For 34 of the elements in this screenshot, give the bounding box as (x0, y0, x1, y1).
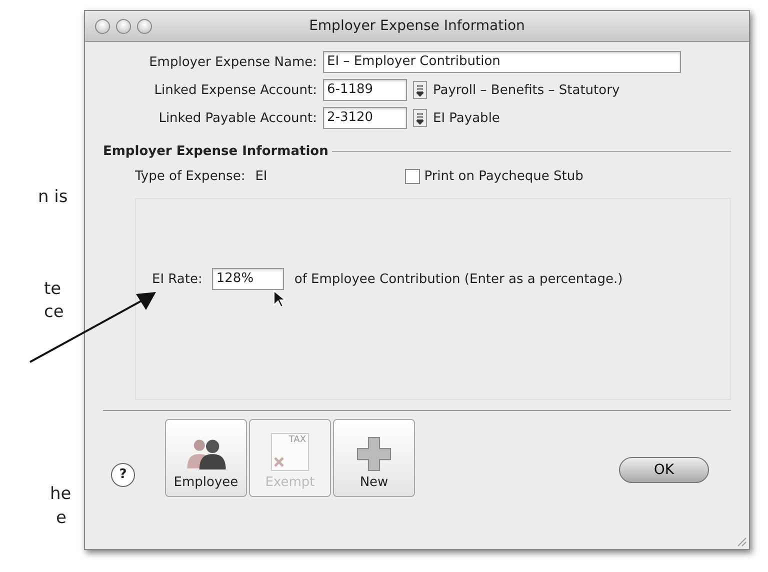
new-button[interactable]: New (333, 419, 415, 497)
resize-grip-icon[interactable] (735, 535, 747, 547)
account-name: Payroll – Benefits – Statutory (433, 82, 620, 98)
rate-label: EI Rate: (152, 272, 202, 286)
minimize-icon[interactable] (116, 18, 131, 34)
checkbox-label: Print on Paycheque Stub (424, 169, 584, 184)
tax-document-icon: TAX (271, 433, 309, 471)
margin-text: n is (38, 186, 68, 208)
zoom-icon[interactable] (137, 18, 152, 34)
field-label: Employer Expense Name: (148, 54, 317, 70)
checkbox[interactable] (405, 169, 420, 184)
window-title: Employer Expense Information (308, 18, 526, 34)
list-icon[interactable] (413, 109, 427, 127)
margin-text: ce (44, 301, 64, 323)
margin-text: he (50, 483, 72, 505)
mouse-cursor-icon (273, 290, 285, 308)
type-label: Type of Expense: (135, 169, 246, 184)
type-value: EI (255, 169, 268, 184)
ok-button[interactable]: OK (619, 457, 709, 483)
account-field[interactable]: 6-1189 (323, 79, 407, 101)
section-title: Employer Expense Information (103, 144, 328, 159)
rate-field[interactable]: 128% (212, 268, 284, 290)
close-icon[interactable] (95, 18, 110, 34)
list-icon[interactable] (413, 81, 427, 99)
margin-text: te (44, 278, 62, 300)
name-field[interactable]: EI – Employer Contribution (323, 51, 681, 73)
account-field[interactable]: 2-3120 (323, 107, 407, 129)
field-label: Linked Payable Account: (158, 110, 317, 126)
field-label: Linked Expense Account: (153, 82, 317, 98)
rate-description: of Employee Contribution (Enter as a percentage.) (294, 272, 623, 286)
margin-text: e (56, 507, 66, 529)
account-name: EI Payable (433, 110, 500, 126)
employee-button[interactable]: Employee (165, 419, 247, 497)
help-button[interactable]: ? (111, 463, 135, 487)
